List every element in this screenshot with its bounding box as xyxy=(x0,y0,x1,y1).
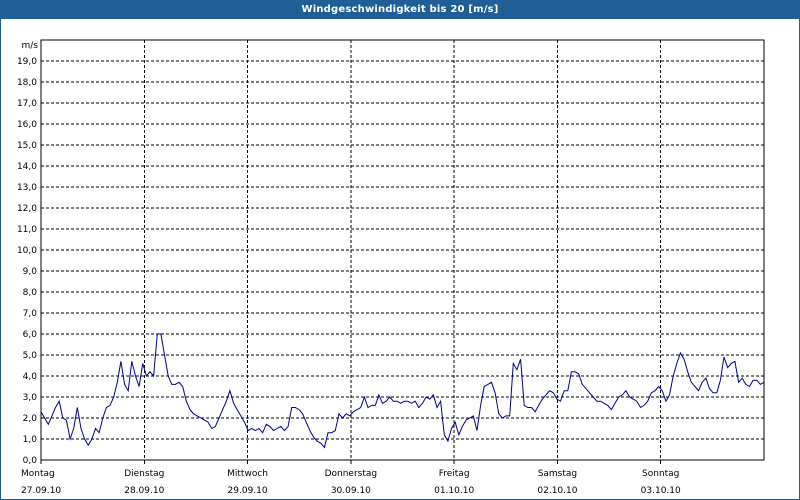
x-tick-date: 29.09.10 xyxy=(228,486,268,496)
y-tick-label: 16,0 xyxy=(17,120,37,130)
y-tick-label: 7,0 xyxy=(23,309,38,319)
x-tick-date: 01.10.10 xyxy=(434,486,474,496)
x-tick-date: 30.09.10 xyxy=(331,486,371,496)
x-tick-day: Freitag xyxy=(439,469,470,479)
x-tick-day: Mittwoch xyxy=(227,469,268,479)
y-tick-label: 15,0 xyxy=(17,141,37,151)
x-tick-date: 02.10.10 xyxy=(537,486,577,496)
y-tick-label: 12,0 xyxy=(17,204,37,214)
x-tick-date: 27.09.10 xyxy=(21,486,61,496)
y-tick-label: 9,0 xyxy=(23,267,38,277)
y-tick-label: 0,0 xyxy=(23,456,38,466)
x-tick-day: Samstag xyxy=(538,469,577,479)
y-tick-label: 2,0 xyxy=(23,414,38,424)
x-tick-day: Montag xyxy=(21,469,55,479)
y-tick-label: 14,0 xyxy=(17,162,37,172)
y-tick-label: 8,0 xyxy=(23,288,38,298)
x-tick-date: 03.10.10 xyxy=(641,486,681,496)
y-tick-label: 5,0 xyxy=(23,351,38,361)
wind-speed-chart: 0,0 1,0 2,0 3,0 4,0 5,0 6,0 7,0 8,0 9,0 10,0 11,0 12… xyxy=(17,39,765,496)
y-tick-label: 17,0 xyxy=(17,99,37,109)
y-tick-label: 1,0 xyxy=(23,435,38,445)
y-tick-label: 6,0 xyxy=(23,330,38,340)
x-tick-date: 28.09.10 xyxy=(124,486,164,496)
y-tick-label: 11,0 xyxy=(17,225,37,235)
x-tick-day: Donnerstag xyxy=(325,469,378,479)
y-tick-label: 13,0 xyxy=(17,183,37,193)
x-tick-day: Dienstag xyxy=(124,469,164,479)
chart-window: Windgeschwindigkeit bis 20 [m/s] 0,0 1,0 2… xyxy=(0,0,800,500)
y-tick-label: 19,0 xyxy=(17,57,37,67)
y-axis-unit: m/s xyxy=(22,41,39,51)
wind-speed-line xyxy=(40,333,765,449)
y-tick-label: 10,0 xyxy=(17,246,37,256)
x-tick-day: Sonntag xyxy=(642,469,679,479)
y-tick-label: 3,0 xyxy=(23,393,38,403)
y-tick-label: 18,0 xyxy=(17,78,37,88)
y-tick-label: 4,0 xyxy=(23,372,38,382)
